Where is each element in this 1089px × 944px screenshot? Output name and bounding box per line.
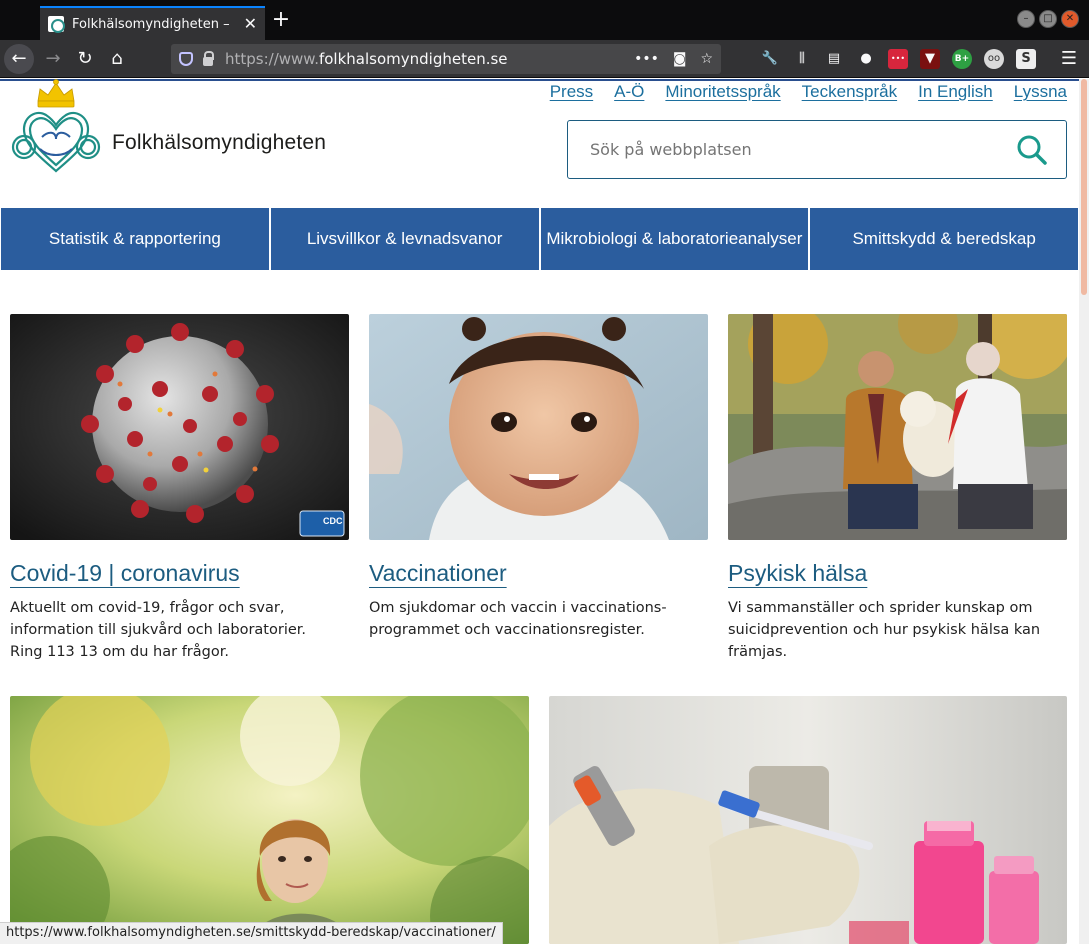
extension-dark-icon[interactable]: ▼: [920, 49, 940, 69]
home-icon[interactable]: ⌂: [102, 44, 132, 74]
sidebar-icon[interactable]: ▤: [824, 49, 844, 69]
bookmark-star-icon[interactable]: ☆: [700, 51, 713, 67]
young-woman-nature-photo-image: [10, 696, 529, 944]
forward-arrow-icon[interactable]: →: [38, 44, 68, 74]
extension-s-icon[interactable]: S: [1016, 49, 1036, 69]
link-listen[interactable]: Lyssna: [1014, 82, 1067, 102]
tracking-protection-shield-icon[interactable]: [179, 52, 193, 66]
extension-green-icon[interactable]: B+: [952, 49, 972, 69]
close-window-icon[interactable]: ✕: [1061, 10, 1079, 28]
main-navigation: Statistik & rapportering Livsvillkor & l…: [1, 208, 1078, 270]
card-title-mental-health[interactable]: Psykisk hälsa: [728, 560, 867, 587]
nav-microbiology[interactable]: Mikrobiologi & laboratorieanalyser: [540, 208, 809, 270]
card-covid[interactable]: CDC Covid-19 | coronavirus Aktuellt om c…: [10, 314, 349, 674]
url-prefix: https://www.: [225, 50, 319, 68]
extension-owl-icon[interactable]: oo: [984, 49, 1004, 69]
account-icon[interactable]: ●: [856, 49, 876, 69]
card-desc-mental-health: Vi sammanställer och sprider kunskap om …: [728, 597, 1040, 663]
nav-infection-control[interactable]: Smittskydd & beredskap: [810, 208, 1078, 270]
desc-line: suicidprevention och hur psykisk hälsa k…: [728, 622, 1041, 638]
maximize-window-icon[interactable]: □: [1039, 10, 1057, 28]
window-controls: – □ ✕: [1017, 10, 1079, 28]
desc-line: information till sjukvård och laboratori…: [10, 622, 307, 638]
browser-navigation-bar: ← → ↻ ⌂ https://www.folkhalsomyndigheten…: [0, 40, 1089, 78]
card-mental-health[interactable]: Psykisk hälsa Vi sammanställer och sprid…: [728, 314, 1067, 674]
new-tab-icon[interactable]: +: [268, 8, 294, 32]
logo-emblem-icon: [11, 79, 101, 173]
baby-photo-image: [369, 314, 708, 540]
browser-tab[interactable]: Folkhälsomyndigheten – ✕: [40, 6, 265, 40]
wrench-icon[interactable]: 🔧: [760, 49, 780, 69]
card-laboratory[interactable]: [549, 696, 1067, 944]
back-arrow-icon[interactable]: ←: [4, 44, 34, 74]
pocket-icon[interactable]: ◙: [673, 51, 687, 67]
reload-icon[interactable]: ↻: [70, 44, 100, 74]
status-bar-url: https://www.folkhalsomyndigheten.se/smit…: [0, 922, 503, 944]
site-search: [567, 120, 1067, 179]
toolbar-icons: 🔧 ⫼ ▤ ● ••• ▼ B+ oo S: [760, 49, 1036, 69]
nav-statistics[interactable]: Statistik & rapportering: [1, 208, 269, 270]
top-links: Press A-Ö Minoritetsspråk Teckenspråk In…: [550, 82, 1067, 102]
desc-line: Ring 113 13 om du har frågor.: [10, 644, 229, 660]
url-domain: folkhalsomyndigheten.se: [318, 50, 508, 68]
logo-text: Folkhälsomyndigheten: [112, 131, 327, 154]
card-title-vaccinations[interactable]: Vaccinationer: [369, 560, 507, 587]
desc-line: främjas.: [728, 644, 788, 660]
page-actions-icon[interactable]: •••: [634, 51, 659, 67]
search-input[interactable]: [590, 140, 990, 159]
tab-title: Folkhälsomyndigheten –: [72, 16, 230, 32]
web-page: Folkhälsomyndigheten Press A-Ö Minoritet…: [0, 79, 1079, 944]
close-tab-icon[interactable]: ✕: [244, 16, 257, 32]
cdc-badge: CDC: [323, 516, 343, 526]
scrollbar-thumb[interactable]: [1081, 79, 1087, 295]
card-title-covid[interactable]: Covid-19 | coronavirus: [10, 560, 240, 587]
card-young-woman[interactable]: [10, 696, 529, 944]
couple-with-dog-photo-image: [728, 314, 1067, 540]
browser-tab-bar: Folkhälsomyndigheten – ✕ + – □ ✕: [0, 0, 1089, 40]
extension-red-icon[interactable]: •••: [888, 49, 908, 69]
coronavirus-image: [10, 314, 349, 540]
link-minority-languages[interactable]: Minoritetsspråk: [665, 82, 780, 102]
url-actions: ••• ◙ ☆: [634, 51, 713, 67]
site-logo[interactable]: Folkhälsomyndigheten: [10, 79, 326, 184]
link-sign-language[interactable]: Teckenspråk: [802, 82, 897, 102]
url-text[interactable]: https://www.folkhalsomyndigheten.se: [225, 50, 508, 68]
page-scrollbar[interactable]: [1079, 79, 1089, 944]
site-favicon-icon: [48, 16, 65, 33]
nav-living-conditions[interactable]: Livsvillkor & levnadsvanor: [270, 208, 539, 270]
card-vaccinations[interactable]: Vaccinationer Om sjukdomar och vaccin i …: [369, 314, 708, 674]
address-bar[interactable]: https://www.folkhalsomyndigheten.se ••• …: [171, 44, 721, 74]
desc-line: Aktuellt om covid-19, frågor och svar,: [10, 600, 285, 616]
card-desc-vaccinations: Om sjukdomar och vaccin i vaccinations- …: [369, 597, 667, 641]
desc-line: Vi sammanställer och sprider kunskap om: [728, 600, 1033, 616]
desc-line: programmet och vaccinationsregister.: [369, 622, 645, 638]
laboratory-pipette-photo-image: [549, 696, 1067, 944]
hamburger-menu-icon[interactable]: ☰: [1061, 48, 1077, 69]
minimize-window-icon[interactable]: –: [1017, 10, 1035, 28]
search-icon[interactable]: [1016, 134, 1048, 166]
card-desc-covid: Aktuellt om covid-19, frågor och svar, i…: [10, 597, 306, 663]
link-in-english[interactable]: In English: [918, 82, 993, 102]
desc-line: Om sjukdomar och vaccin i vaccinations-: [369, 600, 667, 616]
library-icon[interactable]: ⫼: [792, 49, 812, 69]
lock-icon[interactable]: [203, 50, 214, 66]
link-a-o[interactable]: A-Ö: [614, 82, 644, 102]
link-press[interactable]: Press: [550, 82, 593, 102]
